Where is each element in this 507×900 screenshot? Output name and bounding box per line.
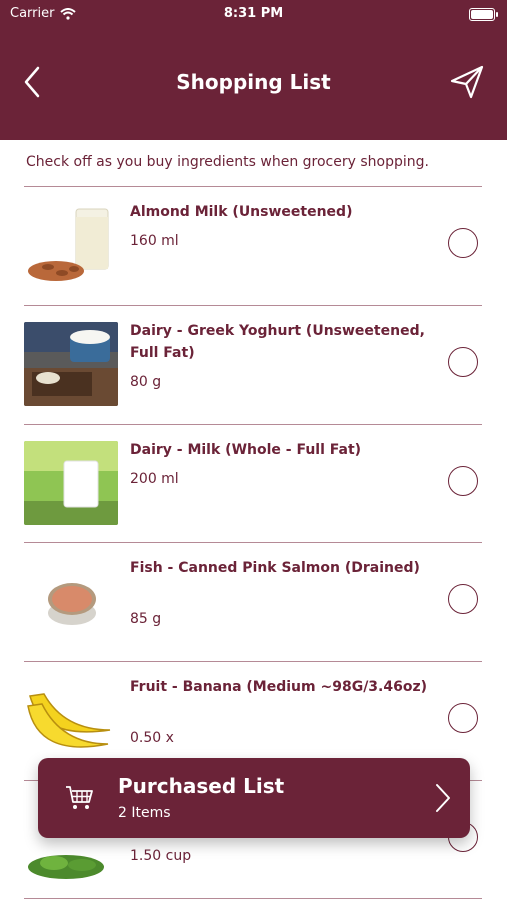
item-name: Fruit - Banana (Medium ~98G/3.46oz) — [130, 679, 428, 695]
item-name: Fish - Canned Pink Salmon (Drained) — [130, 560, 420, 576]
milk-glass-image — [24, 441, 118, 525]
purchased-list-button[interactable]: Purchased List 2 Items — [38, 758, 470, 838]
item-quantity: 85 g — [130, 611, 162, 627]
chevron-right-icon — [436, 784, 450, 812]
purchased-list-title: Purchased List — [118, 774, 285, 798]
list-item: Almond Milk (Unsweetened) 160 ml — [24, 187, 482, 305]
divider — [24, 898, 482, 899]
item-name: Almond Milk (Unsweetened) — [130, 204, 353, 220]
shopping-cart-icon — [66, 786, 93, 809]
greek-yoghurt-image — [24, 322, 118, 406]
list-item: Fish - Canned Pink Salmon (Drained) 85 g — [24, 543, 482, 661]
instruction-text: Check off as you buy ingredients when gr… — [26, 154, 429, 170]
list-item: Dairy - Greek Yoghurt (Unsweetened, Full… — [24, 306, 482, 424]
clock: 8:31 PM — [223, 6, 284, 21]
item-checkbox[interactable] — [448, 466, 478, 496]
item-quantity: 1.50 cup — [130, 848, 192, 864]
paper-plane-icon[interactable] — [449, 64, 485, 100]
nav-bar: Shopping List — [0, 62, 507, 102]
item-name: Dairy - Milk (Whole - Full Fat) — [130, 442, 362, 458]
banana-image — [24, 678, 118, 762]
item-checkbox[interactable] — [448, 228, 478, 258]
page-title: Shopping List — [176, 70, 331, 94]
purchased-count: 2 Items — [118, 805, 171, 821]
item-name: Dairy - Greek Yoghurt (Unsweetened, Full… — [130, 323, 425, 361]
item-checkbox[interactable] — [448, 347, 478, 377]
item-quantity: 200 ml — [130, 471, 179, 487]
list-item: Dairy - Milk (Whole - Full Fat) 200 ml — [24, 425, 482, 543]
item-quantity: 160 ml — [130, 233, 179, 249]
canned-salmon-image — [24, 559, 118, 643]
almond-milk-image — [24, 203, 118, 287]
item-quantity: 80 g — [130, 374, 162, 390]
status-bar: Carrier 8:31 PM — [0, 6, 507, 24]
item-checkbox[interactable] — [448, 584, 478, 614]
item-checkbox[interactable] — [448, 703, 478, 733]
item-quantity: 0.50 x — [130, 730, 174, 746]
battery-icon — [469, 8, 498, 21]
app-header: Carrier 8:31 PM Shopping List — [0, 0, 507, 140]
